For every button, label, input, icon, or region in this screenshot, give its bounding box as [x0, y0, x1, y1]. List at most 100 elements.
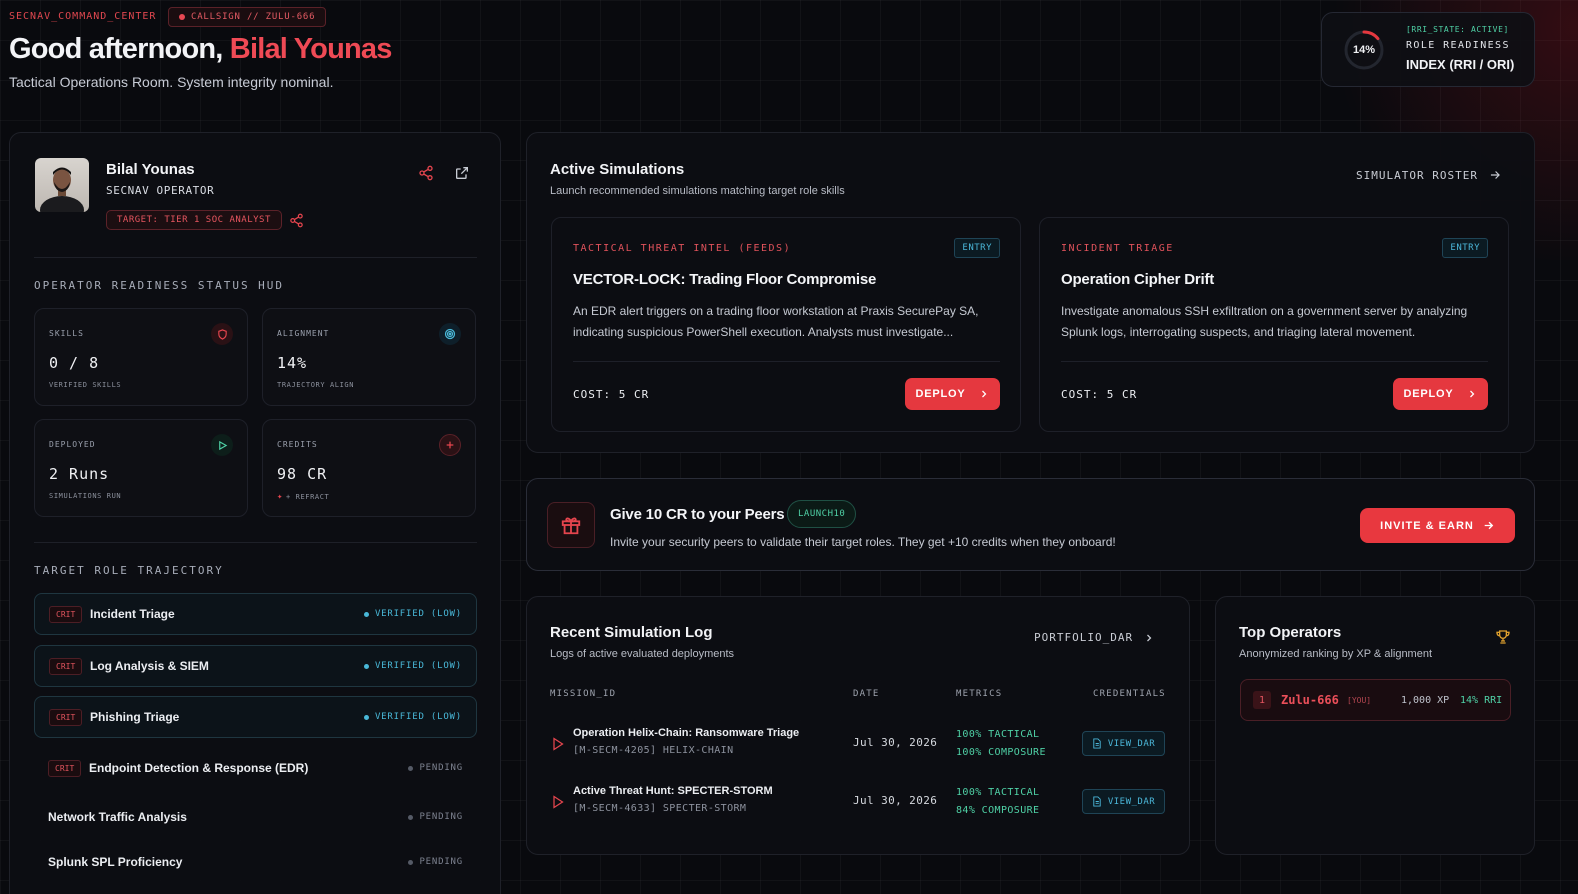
simulator-roster-label: SIMULATOR ROSTER [1356, 168, 1478, 182]
status-badge: VERIFIED (LOW) [363, 712, 462, 722]
column-header: MISSION_ID [550, 689, 617, 699]
arrow-right-icon [1484, 521, 1494, 530]
chevron-right-icon [1147, 634, 1152, 641]
trajectory-item[interactable]: Network Traffic Analysis PENDING [34, 797, 477, 839]
mission-date: Jul 30, 2026 [853, 736, 938, 749]
stat-label: CREDITS [277, 440, 318, 449]
you-tag: [YOU] [1347, 696, 1372, 705]
portfolio-dar-label: PORTFOLIO_DAR [1034, 631, 1134, 644]
document-icon [1093, 738, 1101, 749]
chevron-right-icon [981, 390, 986, 398]
status-badge: VERIFIED (LOW) [363, 661, 462, 671]
mission-id: [M-SECM-4633] SPECTER-STORM [573, 803, 747, 814]
simulation-card: INCIDENT TRIAGE ENTRY Operation Cipher D… [1039, 217, 1509, 432]
log-subtitle: Logs of active evaluated deployments [550, 648, 735, 660]
simulator-roster-link[interactable]: SIMULATOR ROSTER [1356, 168, 1502, 182]
mission-name: Active Threat Hunt: SPECTER-STORM [573, 785, 773, 797]
simulation-category: INCIDENT TRIAGE [1061, 243, 1174, 254]
table-row[interactable]: Operation Helix-Chain: Ransomware Triage… [550, 725, 1170, 765]
difficulty-badge: ENTRY [954, 238, 1000, 258]
page-subtitle: Tactical Operations Room. System integri… [9, 74, 334, 90]
stat-card-credits: CREDITS 98 CR ✦ + REFRACT [262, 419, 476, 517]
share-icon[interactable] [415, 162, 437, 184]
trajectory-item[interactable]: CRIT Phishing Triage VERIFIED (LOW) [34, 696, 477, 738]
view-dar-button[interactable]: VIEW_DAR [1082, 731, 1165, 756]
gift-icon [547, 502, 595, 548]
callsign-badge: CALLSIGN // ZULU-666 [168, 7, 327, 27]
invite-earn-button[interactable]: INVITE & EARN [1360, 508, 1515, 543]
portfolio-dar-link[interactable]: PORTFOLIO_DAR [1034, 631, 1155, 644]
deploy-button[interactable]: DEPLOY [905, 378, 1000, 410]
trajectory-item[interactable]: CRIT Incident Triage VERIFIED (LOW) [34, 593, 477, 635]
skill-name: Endpoint Detection & Response (EDR) [89, 761, 309, 775]
mission-date: Jul 30, 2026 [853, 794, 938, 807]
simulation-description: Investigate anomalous SSH exfiltration o… [1061, 304, 1468, 339]
status-badge: VERIFIED (LOW) [363, 609, 462, 619]
share-target-icon[interactable] [285, 209, 307, 231]
trophy-icon [1496, 630, 1510, 644]
rri-percent: 14% [1352, 44, 1376, 56]
rri-label: ROLE READINESS [1406, 40, 1510, 51]
difficulty-badge: ENTRY [1442, 238, 1488, 258]
mission-name: Operation Helix-Chain: Ransomware Triage [573, 727, 800, 739]
play-icon [553, 737, 564, 751]
deploy-label: DEPLOY [915, 388, 966, 400]
operator-callsign: Zulu-666 [1281, 693, 1339, 707]
promo-code-badge[interactable]: LAUNCH10 [787, 500, 857, 528]
target-role-badge: TARGET: TIER 1 SOC ANALYST [106, 210, 282, 230]
leaderboard-row[interactable]: 1 Zulu-666 [YOU] 1,000 XP 14% RRI [1240, 679, 1511, 721]
top-operators-subtitle: Anonymized ranking by XP & alignment [1239, 648, 1433, 660]
simulations-title: Active Simulations [550, 161, 685, 178]
simulation-category: TACTICAL THREAT INTEL (FEEDS) [573, 243, 792, 254]
page-title: Good afternoon, Bilal Younas [9, 33, 392, 66]
trajectory-item[interactable]: CRIT Log Analysis & SIEM VERIFIED (LOW) [34, 645, 477, 687]
status-badge: PENDING [408, 812, 463, 822]
simulation-card: TACTICAL THREAT INTEL (FEEDS) ENTRY VECT… [551, 217, 1021, 432]
document-icon [1093, 796, 1101, 807]
external-link-icon[interactable] [451, 162, 473, 184]
skill-name: Log Analysis & SIEM [90, 659, 209, 673]
callsign-text: CALLSIGN // ZULU-666 [191, 12, 316, 22]
plus-icon[interactable] [439, 434, 461, 456]
operator-xp: 1,000 XP [1401, 695, 1450, 706]
play-icon [211, 434, 233, 456]
status-badge: PENDING [408, 763, 463, 773]
play-icon [553, 795, 564, 809]
stat-sub: TRAJECTORY ALIGN [277, 381, 355, 389]
simulation-description: An EDR alert triggers on a trading floor… [573, 304, 979, 339]
metric-composure: 84% COMPOSURE [956, 805, 1040, 816]
stat-value: 98 CR [277, 465, 328, 483]
divider [34, 542, 477, 543]
avatar [35, 158, 89, 212]
top-operators-title: Top Operators [1239, 624, 1342, 641]
rri-card[interactable]: 14% [RRI_STATE: ACTIVE] ROLE READINESS I… [1321, 12, 1535, 87]
top-operators-panel: Top Operators Anonymized ranking by XP &… [1215, 596, 1535, 855]
trajectory-title: TARGET ROLE TRAJECTORY [34, 564, 224, 577]
status-dot-icon [179, 14, 185, 20]
crit-badge: CRIT [48, 760, 82, 777]
skill-name: Network Traffic Analysis [48, 810, 187, 824]
operator-role: SECNAV OPERATOR [106, 184, 215, 197]
target-icon [439, 323, 461, 345]
operator-panel: Bilal Younas SECNAV OPERATOR TARGET: TIE… [9, 132, 501, 894]
chevron-right-icon [1469, 390, 1474, 398]
table-row[interactable]: Active Threat Hunt: SPECTER-STORM [M-SEC… [550, 783, 1170, 823]
log-title: Recent Simulation Log [550, 624, 713, 641]
view-dar-button[interactable]: VIEW_DAR [1082, 789, 1165, 814]
stat-sub-text: + REFRACT [286, 493, 330, 501]
stat-label: DEPLOYED [49, 440, 96, 449]
view-dar-label: VIEW_DAR [1107, 796, 1156, 807]
crit-badge: CRIT [49, 658, 83, 675]
trajectory-item[interactable]: CRIT Endpoint Detection & Response (EDR)… [34, 748, 477, 790]
divider [34, 257, 477, 258]
system-label: SECNAV_COMMAND_CENTER [9, 11, 157, 22]
stat-label: ALIGNMENT [277, 329, 330, 338]
deploy-button[interactable]: DEPLOY [1393, 378, 1488, 410]
stat-label: SKILLS [49, 329, 84, 338]
trajectory-item[interactable]: Splunk SPL Proficiency PENDING [34, 842, 477, 884]
column-header: DATE [853, 689, 880, 699]
stat-value: 0 / 8 [49, 354, 100, 372]
simulation-log-panel: Recent Simulation Log Logs of active eva… [526, 596, 1190, 855]
column-header: METRICS [956, 689, 1003, 699]
stat-value: 14% [277, 354, 308, 372]
